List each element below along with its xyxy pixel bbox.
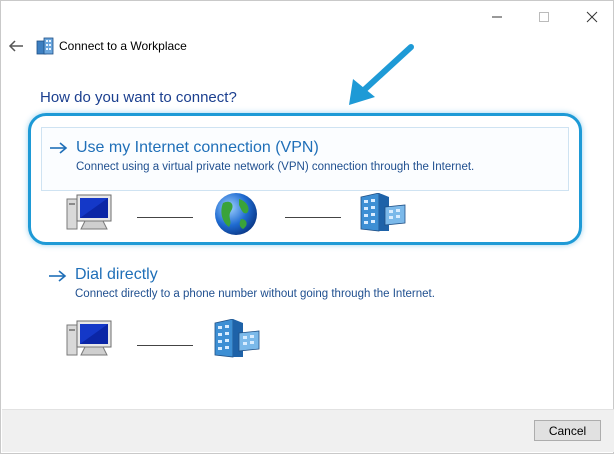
workplace-icon bbox=[36, 37, 54, 55]
option-dial-description: Connect directly to a phone number witho… bbox=[75, 288, 435, 300]
minimize-icon bbox=[492, 16, 502, 18]
computer-icon bbox=[66, 320, 112, 356]
connection-line bbox=[137, 345, 193, 346]
window-title: Connect to a Workplace bbox=[59, 39, 187, 53]
page-heading: How do you want to connect? bbox=[40, 89, 237, 106]
dialog-footer: Cancel bbox=[2, 409, 614, 452]
building-icon bbox=[214, 319, 260, 358]
dialog-window: Connect to a Workplace How do you want t… bbox=[0, 0, 614, 454]
highlight-callout bbox=[28, 113, 582, 245]
back-arrow-icon bbox=[8, 40, 23, 52]
option-dial-title: Dial directly bbox=[75, 266, 158, 283]
annotation-arrow-icon bbox=[349, 44, 414, 105]
close-button[interactable] bbox=[581, 7, 603, 27]
maximize-button[interactable] bbox=[533, 7, 555, 27]
close-icon bbox=[586, 11, 598, 23]
cancel-button[interactable]: Cancel bbox=[534, 420, 601, 441]
option-dial[interactable]: Dial directly Connect directly to a phon… bbox=[41, 263, 567, 311]
maximize-icon bbox=[539, 12, 549, 22]
back-button[interactable] bbox=[7, 37, 27, 55]
minimize-button[interactable] bbox=[486, 7, 508, 27]
arrow-right-icon bbox=[49, 270, 67, 282]
